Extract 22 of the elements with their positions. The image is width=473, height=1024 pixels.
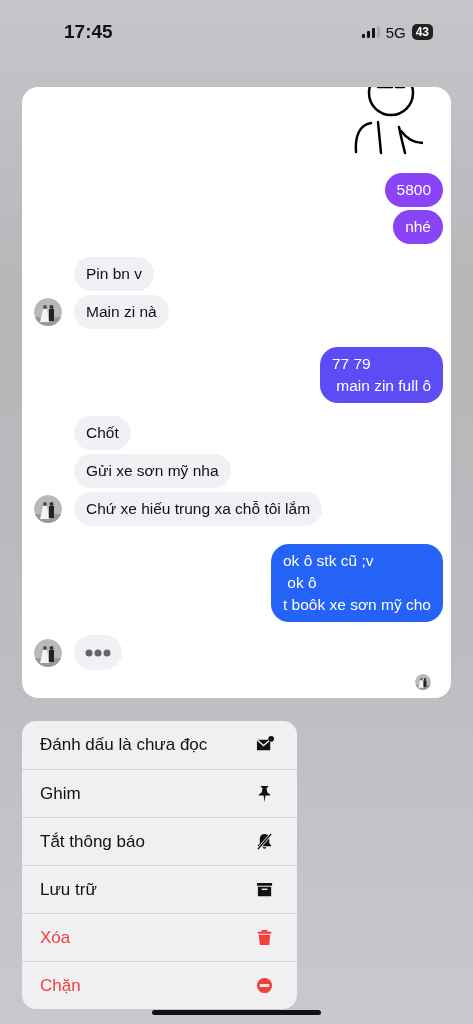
signal-icon xyxy=(361,26,380,38)
message-bubble: Chứ xe hiếu trung xa chỗ tôi lắm xyxy=(74,492,323,526)
message-bubble: Gửi xe sơn mỹ nha xyxy=(74,454,231,488)
status-time: 17:45 xyxy=(64,21,113,43)
typing-indicator xyxy=(74,635,122,670)
message-bubble: 77 79 main zin full ô xyxy=(319,347,443,403)
muted-bell-icon xyxy=(256,832,274,851)
network-label: 5G xyxy=(385,23,406,41)
menu-item[interactable]: Ghim xyxy=(22,769,297,817)
message-bubble: Pin bn v xyxy=(74,257,154,291)
archive-box-icon xyxy=(256,880,274,899)
no-entry-icon xyxy=(256,976,274,995)
menu-item[interactable]: Lưu trữ xyxy=(22,865,297,913)
message-bubble: 5800 xyxy=(384,173,443,207)
message-bubble: nhé xyxy=(393,210,443,244)
message-bubble: Chốt xyxy=(74,416,131,450)
menu-item[interactable]: Tắt thông báo xyxy=(22,817,297,865)
battery-indicator: 43 xyxy=(411,24,433,40)
menu-item[interactable]: Đánh dấu là chưa đọc xyxy=(22,721,297,769)
message-bubble: Main zi nà xyxy=(74,295,169,329)
trash-icon xyxy=(256,928,274,947)
message-bubble: ok ô stk cũ ;v ok ô t boôk xe sơn mỹ cho xyxy=(271,544,443,622)
